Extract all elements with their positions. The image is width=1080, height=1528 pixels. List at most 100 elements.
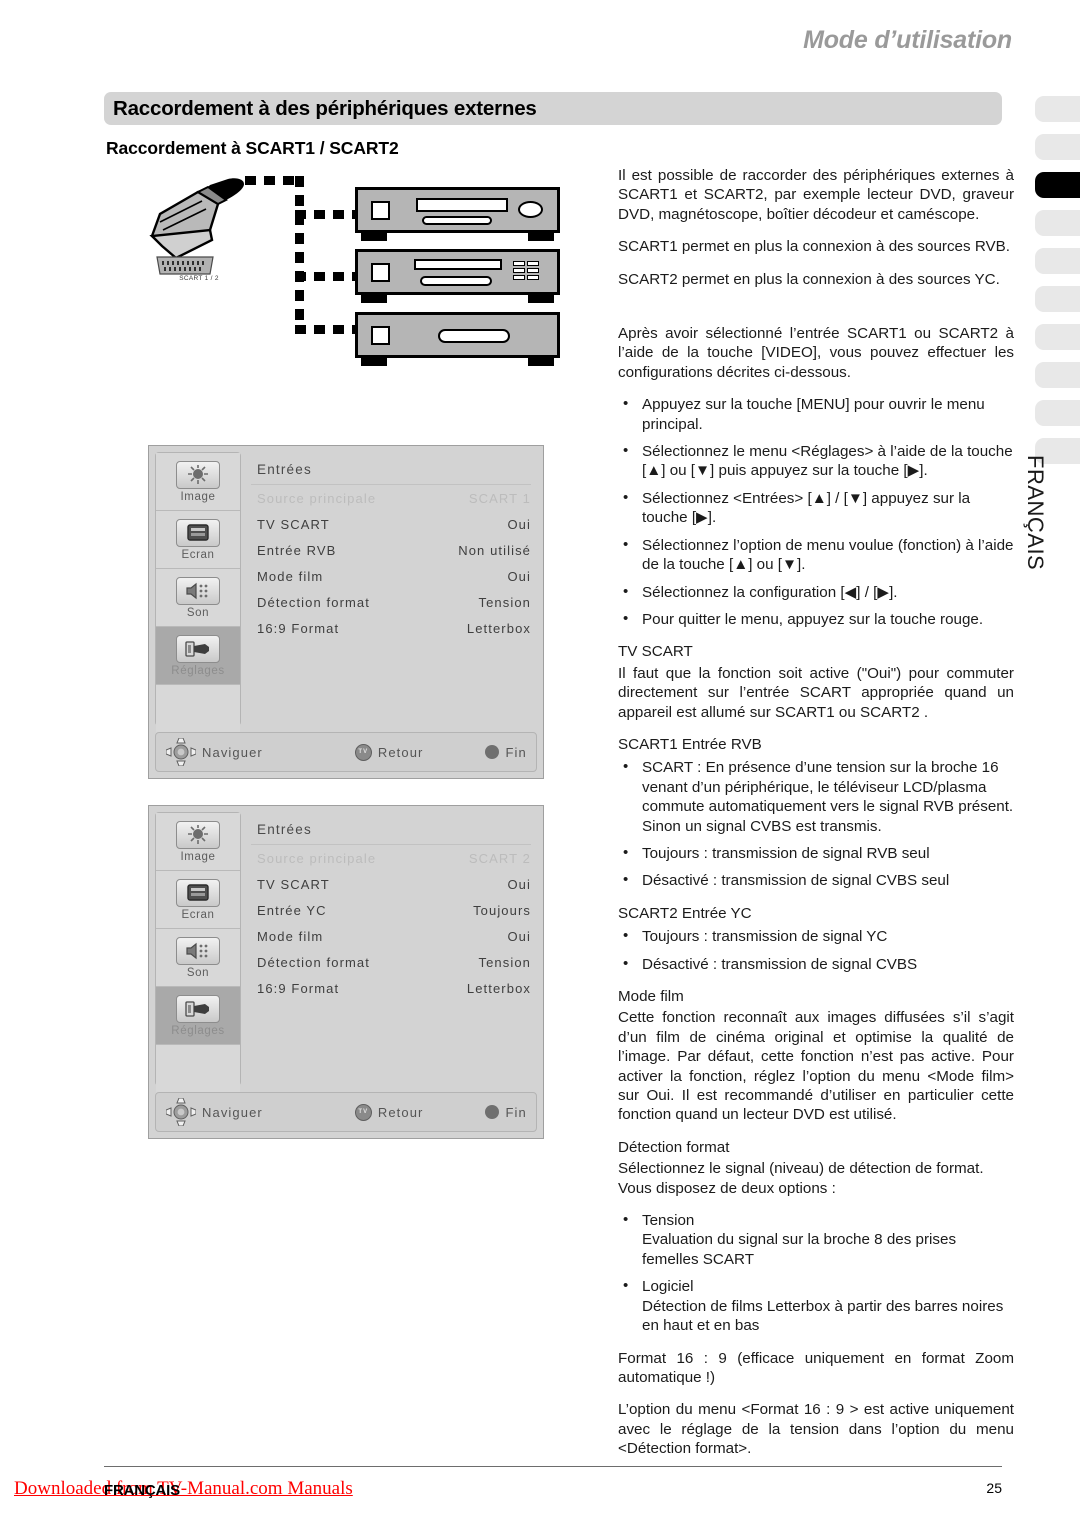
osd-row[interactable]: Mode film Oui bbox=[251, 923, 537, 949]
list-item: SCART : En présence d’une tension sur la… bbox=[618, 757, 1014, 836]
end-dot-icon bbox=[485, 745, 500, 759]
language-marker-vertical: FRANÇAIS bbox=[1023, 455, 1048, 571]
heading-detection-format: Détection format bbox=[618, 1138, 730, 1156]
osd-row[interactable]: TV SCART Oui bbox=[251, 511, 537, 537]
dpad-icon bbox=[165, 1097, 197, 1127]
sidebar-label: Réglages bbox=[171, 1024, 225, 1037]
osd-nav-back[interactable]: TV Retour bbox=[354, 743, 424, 761]
sidebar-item-ecran[interactable]: Ecran bbox=[156, 511, 240, 569]
osd-row-label: Détection format bbox=[257, 955, 370, 970]
osd-row-label: Entrée YC bbox=[257, 903, 327, 918]
sidebar-label: Image bbox=[180, 490, 216, 503]
device-dvd-recorder bbox=[355, 249, 560, 303]
screen-icon bbox=[176, 878, 220, 907]
sun-picture-icon bbox=[176, 460, 220, 489]
list-item: Sélectionnez la configuration [◀] / [▶]. bbox=[618, 581, 1014, 602]
osd-nav-end[interactable]: Fin bbox=[485, 745, 526, 760]
chapter-tab bbox=[1035, 286, 1080, 312]
tv-back-icon-text: TV bbox=[358, 749, 369, 755]
sidebar-label: Ecran bbox=[181, 908, 215, 921]
sidebar-label: Son bbox=[186, 606, 210, 619]
footer-language: FRANÇAIS bbox=[104, 1482, 180, 1499]
list-item: Désactivé : transmission de signal CVBS … bbox=[618, 870, 1014, 890]
osd-nav-back-label: Retour bbox=[377, 1104, 424, 1120]
osd-row[interactable]: Entrée RVB Non utilisé bbox=[251, 537, 537, 563]
sidebar-item-reglages[interactable]: Réglages bbox=[156, 627, 240, 685]
section-title-bar: Raccordement à des périphériques externe… bbox=[104, 92, 1002, 125]
end-dot-icon bbox=[485, 1105, 500, 1119]
osd-row-label: Source principale bbox=[257, 491, 377, 506]
osd-nav-navigate-label: Naviguer bbox=[202, 1104, 263, 1120]
device-feet bbox=[355, 233, 560, 241]
osd-row[interactable]: 16:9 Format Letterbox bbox=[251, 975, 537, 1001]
chapter-tab bbox=[1035, 210, 1080, 236]
device-feet bbox=[355, 295, 560, 303]
osd-main-panel: Entrées Source principale SCART 1 TV SCA… bbox=[251, 452, 537, 726]
list-item: Sélectionnez <Entrées> [▲] / [▼] appuyez… bbox=[618, 488, 1014, 528]
right-column: Il est possible de raccorder des périphé… bbox=[618, 166, 1014, 1472]
device-set-top-box bbox=[355, 312, 560, 366]
heading-scart2-yc: SCART2 Entrée YC bbox=[618, 904, 752, 922]
heading-scart1-rvb: SCART1 Entrée RVB bbox=[618, 735, 762, 753]
osd-row[interactable]: Entrée YC Toujours bbox=[251, 897, 537, 923]
osd-row[interactable]: TV SCART Oui bbox=[251, 871, 537, 897]
power-button-icon bbox=[371, 326, 390, 345]
sidebar-label: Image bbox=[180, 850, 216, 863]
display-slot bbox=[414, 259, 502, 270]
osd-menu-title: Entrées bbox=[251, 812, 531, 845]
cable-segment bbox=[295, 210, 360, 219]
scart-plug-icon bbox=[140, 174, 260, 279]
sidebar-label: Réglages bbox=[171, 664, 225, 677]
document-page: Mode d’utilisation Raccordement à des pé… bbox=[0, 0, 1080, 1528]
disc-tray bbox=[422, 216, 492, 225]
paragraph-scart2: SCART2 permet en plus la connexion à des… bbox=[618, 270, 1000, 288]
device-dvd-player bbox=[355, 187, 560, 241]
list-item: Logiciel Détection de films Letterbox à … bbox=[618, 1276, 1014, 1335]
list-item: Pour quitter le menu, appuyez sur la tou… bbox=[618, 609, 1014, 629]
osd-nav-navigate[interactable]: Naviguer bbox=[165, 1097, 263, 1127]
button-grid-icon bbox=[513, 261, 547, 282]
osd-row: Source principale SCART 1 bbox=[251, 485, 537, 511]
osd-row-label: TV SCART bbox=[257, 877, 330, 892]
heading-mode-film: Mode film bbox=[618, 988, 684, 1005]
sidebar-item-ecran[interactable]: Ecran bbox=[156, 871, 240, 929]
speaker-icon bbox=[176, 936, 220, 965]
osd-sidebar: Image Ecran Son Réglages bbox=[155, 812, 241, 1121]
list-item: Appuyez sur la touche [MENU] pour ouvrir… bbox=[618, 394, 1014, 434]
sidebar-item-son[interactable]: Son bbox=[156, 569, 240, 627]
display-slot bbox=[438, 329, 510, 343]
chapter-tab bbox=[1035, 362, 1080, 388]
settings-plug-icon bbox=[176, 994, 220, 1023]
sidebar-item-image[interactable]: Image bbox=[156, 453, 240, 511]
osd-row-value: SCART 1 bbox=[468, 491, 531, 506]
paragraph-intro: Il est possible de raccorder des périphé… bbox=[618, 167, 1014, 223]
sidebar-item-reglages[interactable]: Réglages bbox=[156, 987, 240, 1045]
osd-row-value: Letterbox bbox=[466, 621, 531, 636]
detection-options-list: Tension Evaluation du signal sur la broc… bbox=[618, 1210, 1014, 1335]
osd-screenshot-scart2: Image Ecran Son Réglages Entrées Source … bbox=[148, 805, 544, 1139]
scart2-yc-list: Toujours : transmission de signal YC Dés… bbox=[618, 926, 1014, 974]
scart-connection-diagram: SCART 1 / 2 bbox=[140, 170, 570, 366]
tv-back-icon: TV bbox=[354, 743, 372, 761]
osd-row[interactable]: Détection format Tension bbox=[251, 949, 537, 975]
osd-nav-end[interactable]: Fin bbox=[485, 1105, 526, 1120]
sun-picture-icon bbox=[176, 820, 220, 849]
osd-row-label: Détection format bbox=[257, 595, 370, 610]
sidebar-item-image[interactable]: Image bbox=[156, 813, 240, 871]
osd-row-value: SCART 2 bbox=[468, 851, 531, 866]
osd-nav-back[interactable]: TV Retour bbox=[354, 1103, 424, 1121]
osd-row[interactable]: Mode film Oui bbox=[251, 563, 537, 589]
osd-row[interactable]: Détection format Tension bbox=[251, 589, 537, 615]
scart-connector-label: SCART 1 / 2 bbox=[179, 275, 219, 282]
osd-row[interactable]: 16:9 Format Letterbox bbox=[251, 615, 537, 641]
scart1-rvb-list: SCART : En présence d’une tension sur la… bbox=[618, 757, 1014, 890]
section-title: Raccordement à des périphériques externe… bbox=[113, 96, 537, 120]
osd-row-label: Mode film bbox=[257, 569, 324, 584]
watermark-link[interactable]: Downloaded from TV-Manual.com Manuals bbox=[14, 1478, 353, 1500]
option-desc: Evaluation du signal sur la broche 8 des… bbox=[642, 1231, 957, 1268]
osd-nav-end-label: Fin bbox=[505, 1104, 527, 1120]
sidebar-item-son[interactable]: Son bbox=[156, 929, 240, 987]
device-feet bbox=[355, 358, 560, 366]
osd-nav-navigate[interactable]: Naviguer bbox=[165, 737, 263, 767]
